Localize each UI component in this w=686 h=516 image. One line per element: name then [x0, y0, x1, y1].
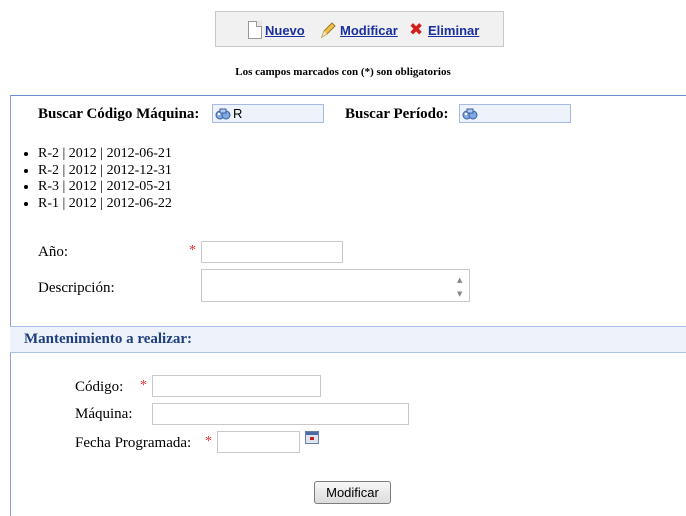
search-period-input[interactable]: [459, 104, 571, 123]
modify-submit-button[interactable]: Modificar: [314, 481, 391, 504]
machine-label: Máquina:: [75, 406, 133, 422]
description-label: Descripción:: [38, 280, 115, 296]
delete-x-icon: ✖: [409, 20, 424, 40]
search-machine-label: Buscar Código Máquina:: [38, 106, 200, 122]
pencil-icon: [319, 21, 337, 39]
required-marker: *: [140, 378, 147, 393]
new-button[interactable]: Nuevo: [248, 21, 305, 39]
year-label: Año:: [38, 244, 68, 260]
search-machine-input[interactable]: R: [212, 104, 324, 123]
year-input[interactable]: [201, 241, 343, 263]
search-results-list: R-2 | 2012 | 2012-06-21 R-2 | 2012 | 201…: [24, 146, 172, 212]
new-document-icon: [248, 21, 262, 39]
search-machine-value: R: [233, 106, 243, 121]
machine-input[interactable]: [152, 403, 409, 425]
scheduled-date-input[interactable]: [217, 431, 300, 453]
textarea-scrollbar[interactable]: ▲ ▼: [457, 273, 467, 301]
code-input[interactable]: [152, 375, 321, 397]
required-marker: *: [189, 243, 196, 258]
required-marker: *: [205, 434, 212, 449]
code-label: Código:: [75, 379, 124, 395]
binoculars-icon: [462, 107, 478, 121]
new-button-label: Nuevo: [265, 22, 305, 38]
list-item[interactable]: R-1 | 2012 | 2012-06-22: [38, 196, 172, 213]
search-period-label: Buscar Período:: [345, 106, 449, 122]
delete-button-label: Eliminar: [428, 22, 480, 38]
list-item[interactable]: R-3 | 2012 | 2012-05-21: [38, 179, 172, 196]
scroll-up-icon[interactable]: ▲: [457, 273, 467, 287]
maintenance-section-header: Mantenimiento a realizar:: [10, 326, 686, 353]
description-textarea[interactable]: ▲ ▼: [201, 269, 470, 302]
edit-button[interactable]: Modificar: [319, 21, 398, 39]
calendar-icon[interactable]: [305, 431, 319, 444]
action-toolbar: Nuevo Modificar ✖ Eliminar: [215, 11, 504, 47]
edit-button-label: Modificar: [340, 22, 398, 38]
maintenance-section-title: Mantenimiento a realizar:: [24, 331, 193, 347]
binoculars-icon: [215, 107, 231, 121]
scroll-down-icon[interactable]: ▼: [457, 287, 467, 301]
list-item[interactable]: R-2 | 2012 | 2012-12-31: [38, 163, 172, 180]
list-item[interactable]: R-2 | 2012 | 2012-06-21: [38, 146, 172, 163]
scheduled-date-label: Fecha Programada:: [75, 435, 192, 451]
delete-button[interactable]: ✖ Eliminar: [409, 21, 479, 39]
required-fields-note: Los campos marcados con (*) son obligato…: [235, 66, 451, 78]
